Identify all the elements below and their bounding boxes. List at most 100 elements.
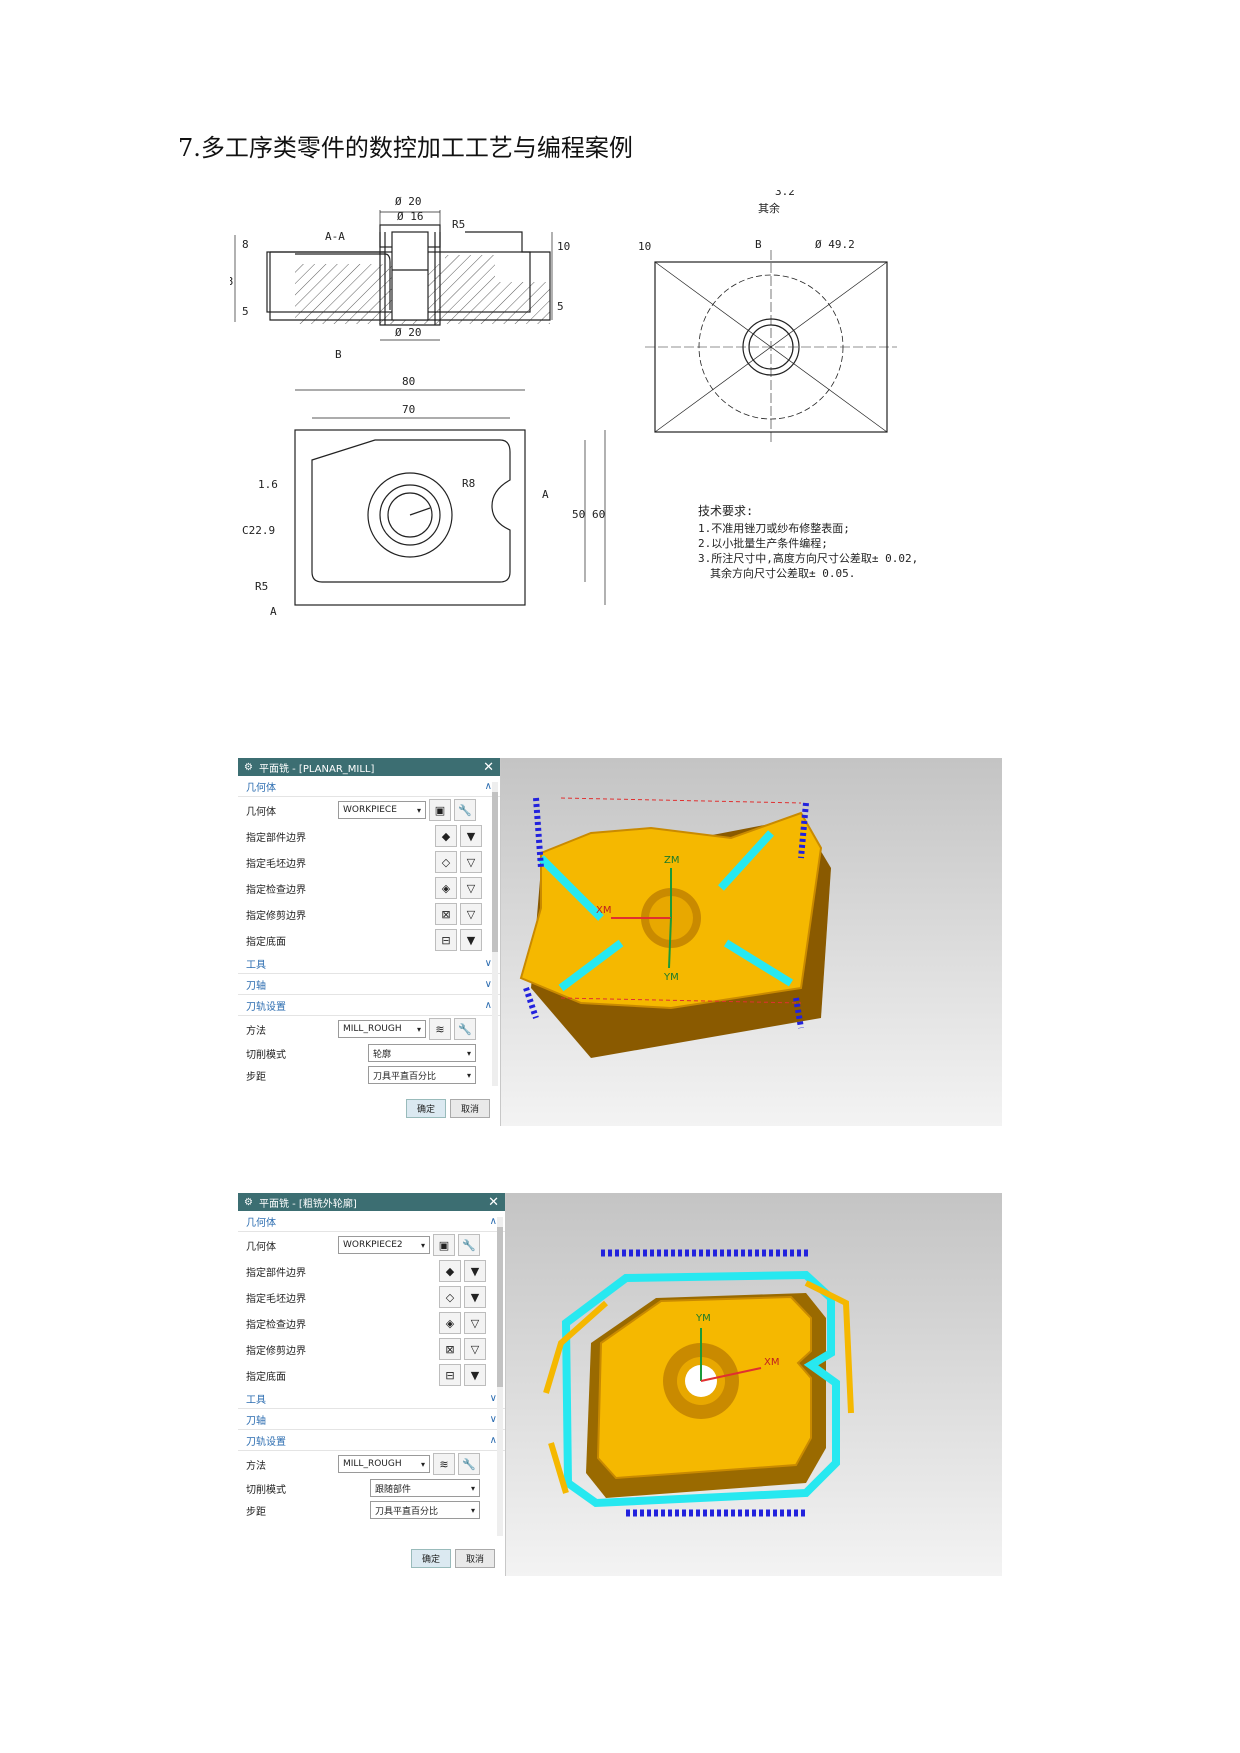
- new-geometry-icon[interactable]: ▣: [429, 799, 451, 821]
- chevron-down-icon: ▾: [466, 1070, 471, 1080]
- blank-boundary-row: 指定毛坯边界 ◇ ▼: [238, 1284, 505, 1310]
- step-select[interactable]: 刀具平直百分比 ▾: [370, 1501, 480, 1519]
- dim-d16: Ø 16: [397, 210, 424, 223]
- cut-mode-row: 切削模式 跟随部件 ▾: [238, 1477, 505, 1499]
- ok-button[interactable]: 确定: [411, 1549, 451, 1568]
- part-boundary-row: 指定部件边界 ◆ ▼: [238, 1258, 505, 1284]
- step-select[interactable]: 刀具平直百分比 ▾: [368, 1066, 476, 1084]
- section-label: A-A: [325, 230, 345, 243]
- geometry-section[interactable]: 几何体 ∧: [238, 1211, 505, 1232]
- blank-icon[interactable]: ◇: [435, 851, 457, 873]
- show-icon[interactable]: ▽: [460, 903, 482, 925]
- method-icon[interactable]: ≋: [429, 1018, 451, 1040]
- note-2: 2.以小批量生产条件编程;: [698, 536, 828, 550]
- chevron-down-icon: ▾: [470, 1505, 475, 1515]
- chevron-down-icon: ∨: [484, 957, 492, 969]
- floor-icon[interactable]: ⊟: [435, 929, 457, 951]
- show-icon[interactable]: ▽: [460, 851, 482, 873]
- show-icon[interactable]: ▼: [464, 1364, 486, 1386]
- show-icon[interactable]: ▼: [464, 1286, 486, 1308]
- edit-wrench-icon[interactable]: 🔧: [458, 1234, 480, 1256]
- part-model-view: YM XM: [543, 1249, 854, 1517]
- graphics-viewport[interactable]: ZM XM YM: [501, 758, 1002, 1126]
- dim-h5-left: 5: [242, 305, 249, 318]
- method-icon[interactable]: ≋: [433, 1453, 455, 1475]
- ra-text: 其余: [758, 201, 780, 215]
- chevron-up-icon: ∧: [489, 1215, 497, 1227]
- edit-wrench-icon[interactable]: 🔧: [454, 799, 476, 821]
- tool-section[interactable]: 工具 ∨: [238, 1388, 505, 1409]
- method-select[interactable]: MILL_ROUGH ▾: [338, 1020, 426, 1038]
- dim-ten: 10: [638, 240, 651, 253]
- graphics-viewport[interactable]: YM XM: [506, 1193, 1002, 1576]
- nx-screenshot-2: ⚙ 平面铣 - [粗铣外轮廓] ✕ 几何体 ∧ 几何体 WORKPIECE2 ▾ ▣…: [238, 1193, 1002, 1576]
- floor-icon[interactable]: ⊟: [439, 1364, 461, 1386]
- check-boundary-row: 指定检查边界 ◈ ▽: [238, 875, 500, 901]
- show-icon[interactable]: ▽: [464, 1312, 486, 1334]
- check-icon[interactable]: ◈: [439, 1312, 461, 1334]
- a-arrow-left: A: [270, 605, 277, 618]
- step-row: 步距 刀具平直百分比 ▾: [238, 1064, 500, 1086]
- tool-section[interactable]: 工具 ∨: [238, 953, 500, 974]
- boundary-icon[interactable]: ◆: [435, 825, 457, 847]
- scrollbar[interactable]: [492, 782, 498, 1086]
- show-icon[interactable]: ▼: [460, 825, 482, 847]
- engineering-drawing: A-A Ø 20 Ø 16 R5 Ø 20 28 8 5 10 5 B 80 7…: [230, 190, 918, 618]
- dim-h8: 8: [242, 238, 249, 251]
- dialog-title-bar: ⚙ 平面铣 - [粗铣外轮廓] ✕: [238, 1193, 505, 1211]
- notes-title: 技术要求:: [698, 504, 753, 518]
- page-heading: 7.多工序类零件的数控加工工艺与编程案例: [178, 134, 633, 162]
- note-1: 1.不准用锉刀或纱布修整表面;: [698, 521, 850, 535]
- geometry-select[interactable]: WORKPIECE2 ▾: [338, 1236, 430, 1254]
- gear-icon[interactable]: ⚙: [244, 1197, 253, 1208]
- trim-icon[interactable]: ⊠: [439, 1338, 461, 1360]
- geometry-section[interactable]: 几何体 ∧: [238, 776, 500, 797]
- dialog-title-bar: ⚙ 平面铣 - [PLANAR_MILL] ✕: [238, 758, 500, 776]
- show-icon[interactable]: ▽: [460, 877, 482, 899]
- blank-boundary-row: 指定毛坯边界 ◇ ▽: [238, 849, 500, 875]
- part-model-view: ZM XM YM: [519, 797, 831, 1058]
- close-icon[interactable]: ✕: [483, 760, 494, 775]
- axis-ym: YM: [663, 972, 679, 983]
- close-icon[interactable]: ✕: [488, 1195, 499, 1210]
- edit-wrench-icon[interactable]: 🔧: [458, 1453, 480, 1475]
- cut-mode-row: 切削模式 轮廓 ▾: [238, 1042, 500, 1064]
- floor-row: 指定底面 ⊟ ▼: [238, 927, 500, 953]
- axis-section[interactable]: 刀轴 ∨: [238, 1409, 505, 1430]
- nx-screenshot-1: ⚙ 平面铣 - [PLANAR_MILL] ✕ 几何体 ∧ 几何体 WORKPIE…: [238, 758, 1002, 1126]
- note-4: 其余方向尺寸公差取± 0.05.: [710, 566, 855, 580]
- ok-button[interactable]: 确定: [406, 1099, 446, 1118]
- cancel-button[interactable]: 取消: [450, 1099, 490, 1118]
- cancel-button[interactable]: 取消: [455, 1549, 495, 1568]
- dim-w80: 80: [402, 375, 415, 388]
- boundary-icon[interactable]: ◆: [439, 1260, 461, 1282]
- chevron-up-icon: ∧: [484, 780, 492, 792]
- trim-icon[interactable]: ⊠: [435, 903, 457, 925]
- show-icon[interactable]: ▼: [460, 929, 482, 951]
- blank-icon[interactable]: ◇: [439, 1286, 461, 1308]
- dim-r5-top: R5: [452, 218, 465, 231]
- rough-contour-dialog: ⚙ 平面铣 - [粗铣外轮廓] ✕ 几何体 ∧ 几何体 WORKPIECE2 ▾ ▣…: [238, 1193, 506, 1576]
- path-settings-section[interactable]: 刀轨设置 ∧: [238, 995, 500, 1016]
- show-icon[interactable]: ▽: [464, 1338, 486, 1360]
- trim-boundary-row: 指定修剪边界 ⊠ ▽: [238, 1336, 505, 1362]
- new-geometry-icon[interactable]: ▣: [433, 1234, 455, 1256]
- cut-mode-select[interactable]: 轮廓 ▾: [368, 1044, 476, 1062]
- cut-mode-select[interactable]: 跟随部件 ▾: [370, 1479, 480, 1497]
- show-icon[interactable]: ▼: [464, 1260, 486, 1282]
- gear-icon[interactable]: ⚙: [244, 762, 253, 773]
- dim-h10: 10: [557, 240, 570, 253]
- ra-value: 3.2: [775, 190, 795, 198]
- axis-section[interactable]: 刀轴 ∨: [238, 974, 500, 995]
- geometry-select[interactable]: WORKPIECE ▾: [338, 801, 426, 819]
- axis-zm: ZM: [664, 855, 679, 866]
- edit-wrench-icon[interactable]: 🔧: [454, 1018, 476, 1040]
- dim-h60: 60: [592, 508, 605, 521]
- note-3: 3.所注尺寸中,高度方向尺寸公差取± 0.02,: [698, 551, 918, 565]
- path-settings-section[interactable]: 刀轨设置 ∧: [238, 1430, 505, 1451]
- method-select[interactable]: MILL_ROUGH ▾: [338, 1455, 430, 1473]
- scrollbar[interactable]: [497, 1217, 503, 1536]
- dim-d20-top: Ø 20: [395, 195, 422, 208]
- dim-r8: R8: [462, 477, 475, 490]
- check-icon[interactable]: ◈: [435, 877, 457, 899]
